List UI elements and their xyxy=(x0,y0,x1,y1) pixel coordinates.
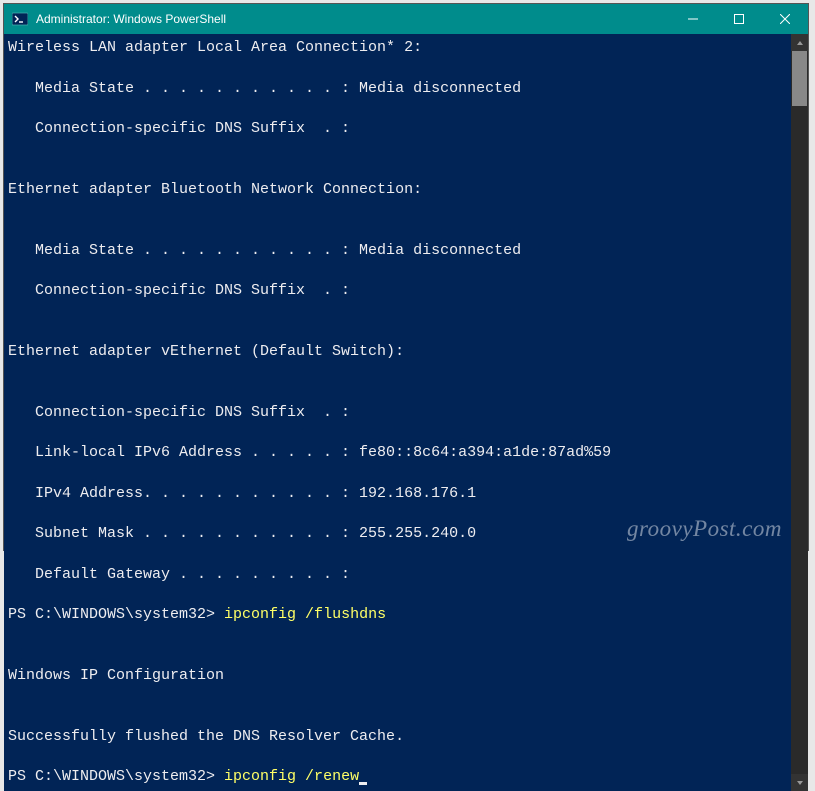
output-line: Connection-specific DNS Suffix . : xyxy=(8,403,787,423)
prompt-line: PS C:\WINDOWS\system32> ipconfig /flushd… xyxy=(8,605,787,625)
maximize-icon xyxy=(734,14,744,24)
output-line: Connection-specific DNS Suffix . : xyxy=(8,119,787,139)
close-icon xyxy=(780,14,790,24)
output-line: Ethernet adapter Bluetooth Network Conne… xyxy=(8,180,787,200)
output-line: IPv4 Address. . . . . . . . . . . : 192.… xyxy=(8,484,787,504)
command: ipconfig /renew xyxy=(224,768,359,785)
powershell-icon xyxy=(12,11,28,27)
scroll-down-button[interactable] xyxy=(791,774,808,791)
powershell-window: Administrator: Windows PowerShell Wirele… xyxy=(3,3,809,551)
scroll-track[interactable] xyxy=(791,51,808,774)
output-line: Default Gateway . . . . . . . . . : xyxy=(8,565,787,585)
maximize-button[interactable] xyxy=(716,4,762,34)
scroll-up-button[interactable] xyxy=(791,34,808,51)
output-line: Media State . . . . . . . . . . . : Medi… xyxy=(8,241,787,261)
output-line: Subnet Mask . . . . . . . . . . . : 255.… xyxy=(8,524,787,544)
window-title: Administrator: Windows PowerShell xyxy=(36,12,670,26)
chevron-down-icon xyxy=(796,780,804,786)
vertical-scrollbar[interactable] xyxy=(791,34,808,791)
terminal[interactable]: Wireless LAN adapter Local Area Connecti… xyxy=(4,34,791,791)
titlebar[interactable]: Administrator: Windows PowerShell xyxy=(4,4,808,34)
output-line: Link-local IPv6 Address . . . . . : fe80… xyxy=(8,443,787,463)
output-line: Connection-specific DNS Suffix . : xyxy=(8,281,787,301)
minimize-icon xyxy=(688,14,698,24)
prompt: PS C:\WINDOWS\system32> xyxy=(8,768,224,785)
output-line: Media State . . . . . . . . . . . : Medi… xyxy=(8,79,787,99)
minimize-button[interactable] xyxy=(670,4,716,34)
output-line: Successfully flushed the DNS Resolver Ca… xyxy=(8,727,787,747)
prompt: PS C:\WINDOWS\system32> xyxy=(8,606,224,623)
output-line: Ethernet adapter vEthernet (Default Swit… xyxy=(8,342,787,362)
close-button[interactable] xyxy=(762,4,808,34)
output-line: Windows IP Configuration xyxy=(8,666,787,686)
cursor xyxy=(359,782,367,785)
prompt-line: PS C:\WINDOWS\system32> ipconfig /renew xyxy=(8,767,787,787)
titlebar-buttons xyxy=(670,4,808,34)
command: ipconfig /flushdns xyxy=(224,606,386,623)
chevron-up-icon xyxy=(796,40,804,46)
output-line: Wireless LAN adapter Local Area Connecti… xyxy=(8,38,787,58)
scroll-thumb[interactable] xyxy=(792,51,807,106)
terminal-container: Wireless LAN adapter Local Area Connecti… xyxy=(4,34,808,791)
